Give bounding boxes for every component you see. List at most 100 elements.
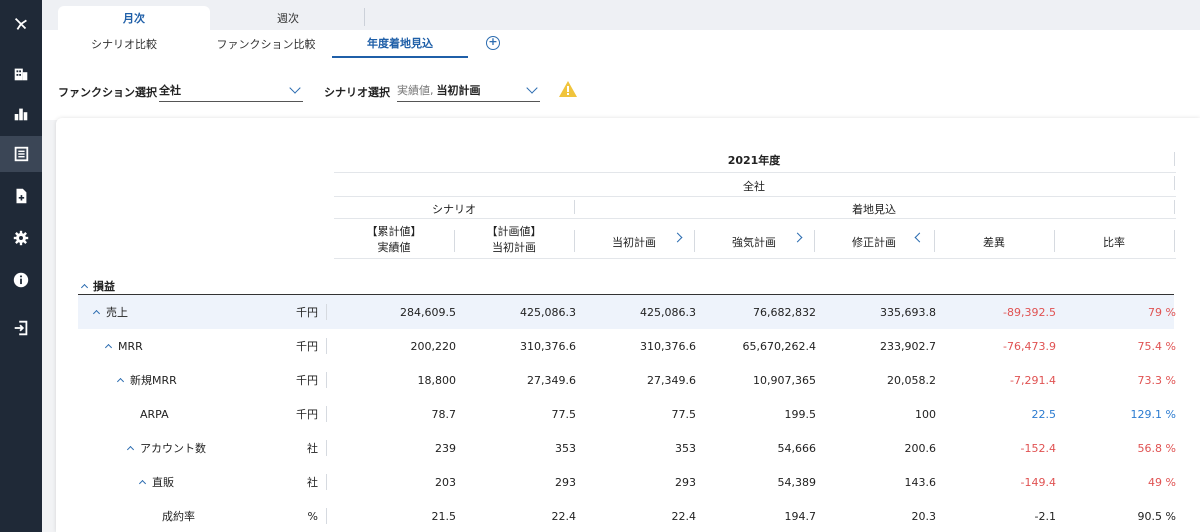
table-row[interactable]: 直販 社 203 293 293 54,389 143.6 -149.4 49 … <box>78 465 1176 499</box>
row-name: 売上 <box>106 306 128 319</box>
cell-initial-plan: 353 <box>675 441 696 455</box>
table-row[interactable]: アカウント数 社 239 353 353 54,666 200.6 -152.4… <box>78 431 1176 465</box>
cell-bullish-plan: 54,666 <box>777 441 817 455</box>
row-unit: % <box>307 509 318 523</box>
row-unit: 千円 <box>296 340 318 353</box>
forecast-table: 2021年度 全社 シナリオ 着地見込 【累計値】 実績値 【計画値】 当初計画… <box>56 118 1200 532</box>
cell-difference: -149.4 <box>1020 475 1056 489</box>
cell-revised-plan: 20,058.2 <box>887 373 936 387</box>
tab-weekly[interactable]: 週次 <box>212 6 364 30</box>
cell-initial-plan: 425,086.3 <box>640 305 696 319</box>
cell-difference: 22.5 <box>1031 407 1057 421</box>
cell-revised-plan: 20.3 <box>911 509 937 523</box>
table-row[interactable]: MRR 千円 200,220 310,376.6 310,376.6 65,67… <box>78 329 1176 363</box>
function-select-label: ファンクション選択 <box>58 86 157 99</box>
logout-icon[interactable] <box>0 310 42 346</box>
row-name: MRR <box>118 339 143 353</box>
table-row[interactable]: ARPA 千円 78.7 77.5 77.5 199.5 100 22.5 12… <box>78 397 1176 431</box>
cell-plan: 293 <box>555 475 576 489</box>
tab-divider <box>364 8 365 26</box>
divider <box>334 196 1176 197</box>
divider <box>326 474 327 490</box>
row-unit: 千円 <box>296 374 318 387</box>
cell-ratio: 75.4 % <box>1137 339 1176 353</box>
section-title: 損益 <box>93 280 115 293</box>
tab-function-compare[interactable]: ファンクション比較 <box>198 30 334 58</box>
cell-bullish-plan: 199.5 <box>784 407 817 421</box>
divider <box>326 406 327 422</box>
chevron-up-icon <box>104 343 113 352</box>
cell-bullish-plan: 194.7 <box>784 509 817 523</box>
scenario-select[interactable]: 実績値, 当初計画 <box>397 78 540 102</box>
row-label[interactable]: 直販 <box>138 465 174 499</box>
row-name: 新規MRR <box>130 374 177 387</box>
divider <box>1174 200 1175 214</box>
cell-actual: 18,800 <box>417 373 457 387</box>
row-name: 直販 <box>152 476 174 489</box>
report-icon[interactable] <box>0 136 42 172</box>
table-row[interactable]: 成約率 % 21.5 22.4 22.4 194.7 20.3 -2.1 90.… <box>78 499 1176 532</box>
cell-ratio: 90.5 % <box>1137 509 1176 523</box>
cell-difference: -2.1 <box>1034 509 1056 523</box>
cell-ratio: 56.8 % <box>1137 441 1176 455</box>
tab-scenario-compare[interactable]: シナリオ比較 <box>56 30 192 58</box>
building-icon[interactable] <box>0 56 42 92</box>
cell-revised-plan: 143.6 <box>904 475 937 489</box>
add-document-icon[interactable] <box>0 178 42 214</box>
cell-plan: 27,349.6 <box>527 373 576 387</box>
section-toggle[interactable]: 損益 <box>80 278 115 294</box>
cell-initial-plan: 22.4 <box>671 509 697 523</box>
row-label: 成約率 <box>162 499 195 532</box>
cell-revised-plan: 335,693.8 <box>880 305 936 319</box>
table-row[interactable]: 新規MRR 千円 18,800 27,349.6 27,349.6 10,907… <box>78 363 1176 397</box>
chevron-down-icon <box>289 82 301 94</box>
column-header-line: 実績値 <box>377 241 411 254</box>
divider <box>326 440 327 456</box>
divider <box>326 304 327 320</box>
filter-bar: ファンクション選択 全社 シナリオ選択 実績値, 当初計画 <box>42 58 1200 120</box>
row-label[interactable]: 新規MRR <box>116 363 177 397</box>
tab-annual-forecast[interactable]: 年度着地見込 <box>332 30 468 58</box>
function-select[interactable]: 全社 <box>159 78 303 102</box>
row-label[interactable]: MRR <box>104 329 143 363</box>
cell-bullish-plan: 65,670,262.4 <box>742 339 816 353</box>
period-tabs: 月次 週次 <box>42 0 1200 30</box>
scenario-select-label: シナリオ選択 <box>324 86 390 99</box>
column-header-ratio: 比率 <box>1103 236 1125 249</box>
cell-plan: 310,376.6 <box>520 339 576 353</box>
row-label[interactable]: 売上 <box>92 295 128 329</box>
chevron-up-icon <box>116 377 125 386</box>
divider <box>326 372 327 388</box>
cell-ratio: 49 % <box>1148 475 1176 489</box>
company-header: 全社 <box>743 180 765 193</box>
row-unit: 千円 <box>296 408 318 421</box>
add-tab-icon[interactable]: + <box>486 36 500 50</box>
cell-actual: 239 <box>435 441 456 455</box>
table-row[interactable]: 売上 千円 284,609.5 425,086.3 425,086.3 76,6… <box>78 295 1176 329</box>
cell-initial-plan: 293 <box>675 475 696 489</box>
bar-chart-icon[interactable] <box>0 96 42 132</box>
cell-actual: 284,609.5 <box>400 305 456 319</box>
row-name: アカウント数 <box>140 442 206 455</box>
row-name: ARPA <box>140 407 169 421</box>
logo-icon[interactable] <box>0 6 42 42</box>
divider <box>1174 176 1175 190</box>
cell-difference: -152.4 <box>1020 441 1056 455</box>
view-tabs: シナリオ比較 ファンクション比較 年度着地見込 + <box>42 30 1200 58</box>
chevron-up-icon <box>80 283 89 292</box>
row-name: 成約率 <box>162 510 195 523</box>
group-header-forecast: 着地見込 <box>852 203 896 216</box>
cell-difference: -89,392.5 <box>1003 305 1056 319</box>
warning-icon[interactable] <box>558 80 578 98</box>
cell-plan: 425,086.3 <box>520 305 576 319</box>
gear-icon[interactable] <box>0 220 42 256</box>
info-icon[interactable] <box>0 262 42 298</box>
row-label[interactable]: アカウント数 <box>126 431 206 465</box>
tab-monthly[interactable]: 月次 <box>58 6 210 30</box>
scenario-select-prefix: 実績値, <box>397 83 434 97</box>
cell-revised-plan: 233,902.7 <box>880 339 936 353</box>
row-unit: 社 <box>307 476 318 489</box>
function-select-value: 全社 <box>159 83 181 97</box>
column-header-actual: 【累計値】 実績値 <box>334 224 454 256</box>
divider <box>1174 230 1175 252</box>
